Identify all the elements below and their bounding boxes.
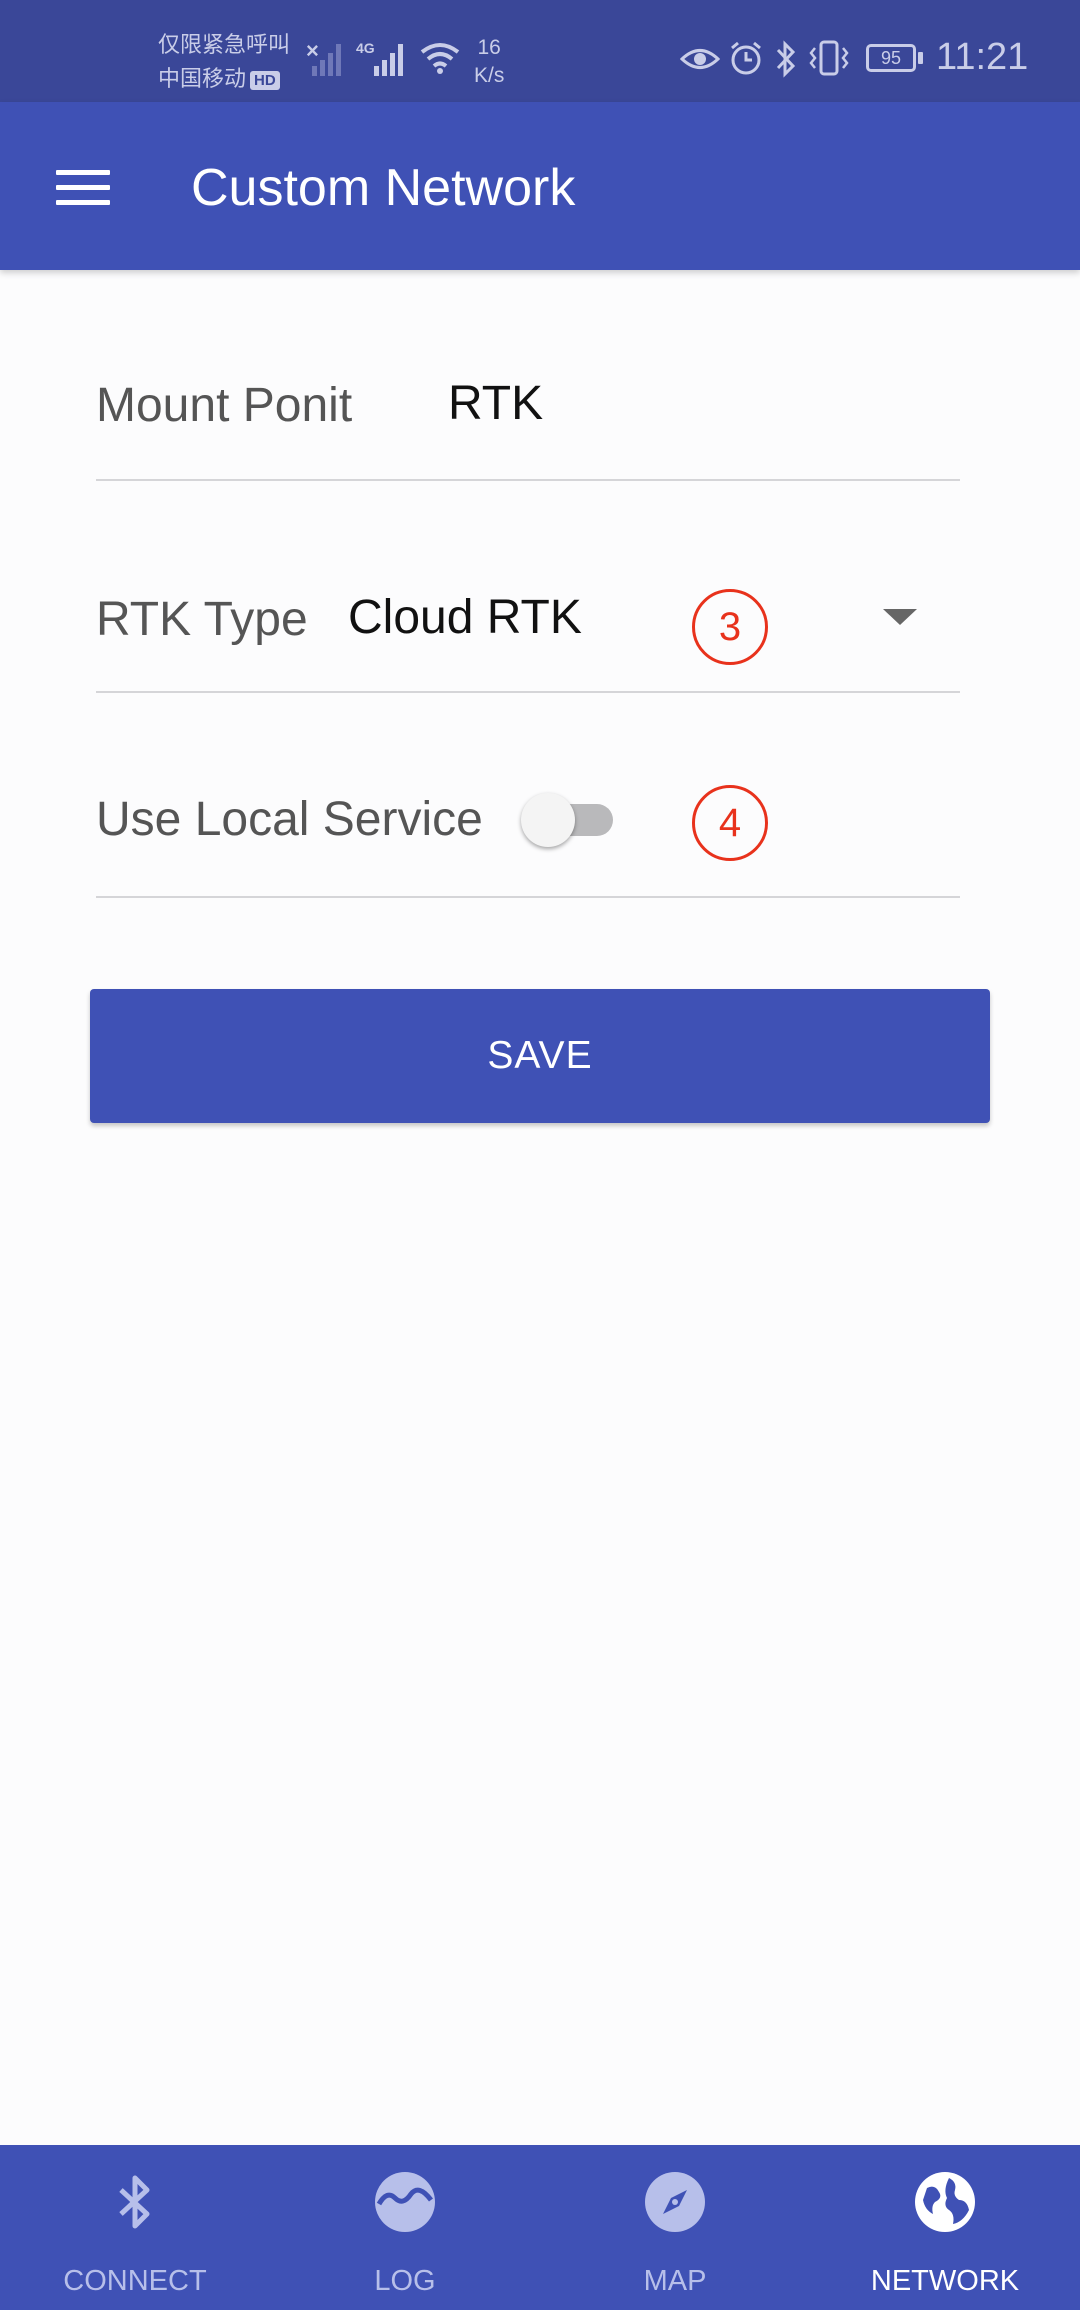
battery-icon: 95 xyxy=(866,44,916,72)
eye-icon xyxy=(680,49,720,69)
mount-point-input[interactable]: RTK xyxy=(448,376,543,431)
mount-point-label: Mount Ponit xyxy=(96,379,353,432)
nav-item-network[interactable]: NETWORK xyxy=(810,2145,1080,2310)
use-local-service-toggle[interactable] xyxy=(521,793,617,847)
mount-point-divider xyxy=(96,479,960,481)
hamburger-menu-icon[interactable] xyxy=(56,170,110,206)
save-button[interactable]: SAVE xyxy=(90,989,990,1123)
annotation-marker-3: 3 xyxy=(692,589,768,665)
rtk-type-label: RTK Type xyxy=(96,593,308,646)
signal-strength-icon-weak xyxy=(312,44,341,76)
status-bar: 仅限紧急呼叫 中国移动 HD × 4G 16 K/s 95 11:21 xyxy=(0,0,1080,102)
signal-strength-icon xyxy=(374,44,403,76)
nav-item-map[interactable]: MAP xyxy=(540,2145,810,2310)
annotation-marker-4: 4 xyxy=(692,785,768,861)
network-speed: 16 K/s xyxy=(474,36,505,87)
rtk-type-divider xyxy=(96,691,960,693)
bluetooth-icon xyxy=(776,40,796,78)
nav-item-log[interactable]: LOG xyxy=(270,2145,540,2310)
compass-icon xyxy=(645,2172,705,2232)
carrier-info: 仅限紧急呼叫 中国移动 HD xyxy=(158,28,290,96)
nav-label-connect: CONNECT xyxy=(63,2265,207,2297)
globe-icon xyxy=(915,2172,975,2232)
log-icon xyxy=(375,2172,435,2232)
toggle-thumb xyxy=(521,793,575,847)
battery-tip xyxy=(918,52,923,64)
emergency-only-text: 仅限紧急呼叫 xyxy=(158,32,291,57)
wifi-icon xyxy=(420,43,460,74)
nav-label-map: MAP xyxy=(643,2265,707,2297)
nav-label-log: LOG xyxy=(374,2265,436,2297)
nav-item-connect[interactable]: CONNECT xyxy=(0,2145,270,2310)
use-local-service-label: Use Local Service xyxy=(96,793,483,846)
rtk-type-select[interactable]: Cloud RTK xyxy=(348,590,582,645)
app-bar: Custom Network xyxy=(0,102,1080,270)
alarm-icon xyxy=(731,41,761,75)
dropdown-arrow-icon[interactable] xyxy=(883,609,917,625)
vibrate-icon xyxy=(809,40,849,76)
carrier-name: 中国移动 xyxy=(158,66,247,91)
clock: 11:21 xyxy=(936,36,1029,78)
nav-label-network: NETWORK xyxy=(870,2265,1020,2297)
local-service-divider xyxy=(96,896,960,898)
bluetooth-icon xyxy=(119,2175,150,2229)
hd-badge: HD xyxy=(250,70,280,90)
page-title: Custom Network xyxy=(191,159,576,217)
bottom-navigation: CONNECT LOG MAP NETWORK xyxy=(0,2145,1080,2310)
